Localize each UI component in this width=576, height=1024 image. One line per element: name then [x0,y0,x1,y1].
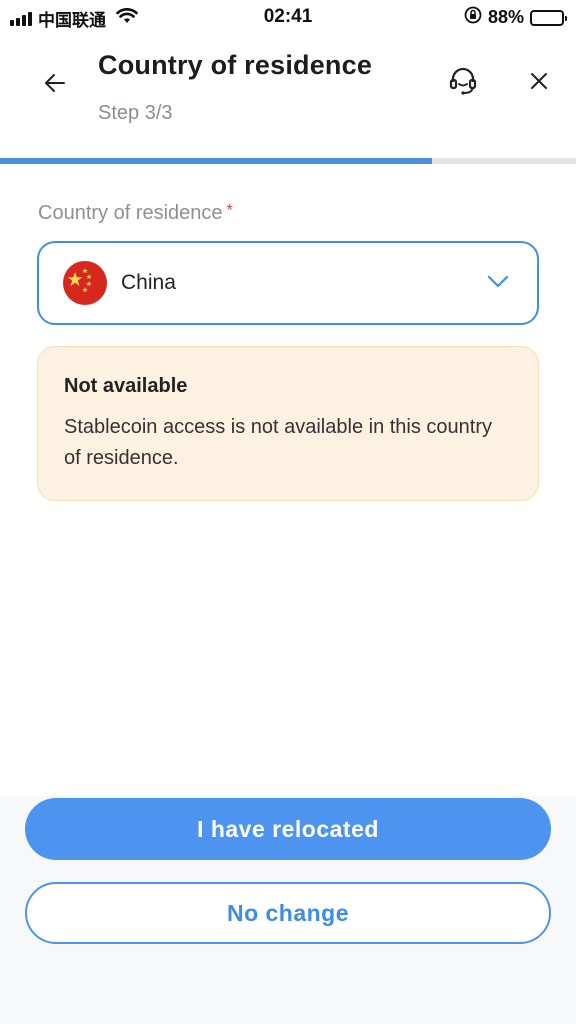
close-icon [531,73,547,89]
headset-icon [449,67,477,95]
support-button[interactable] [444,62,482,100]
close-button[interactable] [522,64,556,98]
header: Country of residence Step 3/3 [0,34,576,158]
country-field-label: Country of residence * [38,202,233,225]
battery-icon [530,9,567,26]
status-right: 88% [464,6,567,29]
selected-country: China [121,271,176,294]
step-indicator: Step 3/3 [98,102,173,124]
unavailable-notice: Not available Stablecoin access is not a… [37,346,539,501]
arrow-left-icon [45,74,65,92]
notice-title: Not available [64,375,188,397]
country-select[interactable]: China [37,241,539,325]
chevron-down-icon [487,275,509,294]
battery-percent: 88% [487,7,524,27]
notice-message: Stablecoin access is not available in th… [64,416,493,469]
status-bar: 中国联通 02:41 88% [0,0,576,34]
progress-fill [0,158,432,164]
required-mark: * [226,202,233,219]
no-change-button[interactable]: No change [25,882,551,944]
china-flag-icon [63,261,107,305]
relocated-button[interactable]: I have relocated [25,798,551,860]
back-button[interactable] [38,66,72,100]
country-label-text: Country of residence [38,202,223,224]
progress-bar [0,158,576,164]
page-title: Country of residence [98,50,373,80]
orientation-lock-icon [464,6,482,29]
